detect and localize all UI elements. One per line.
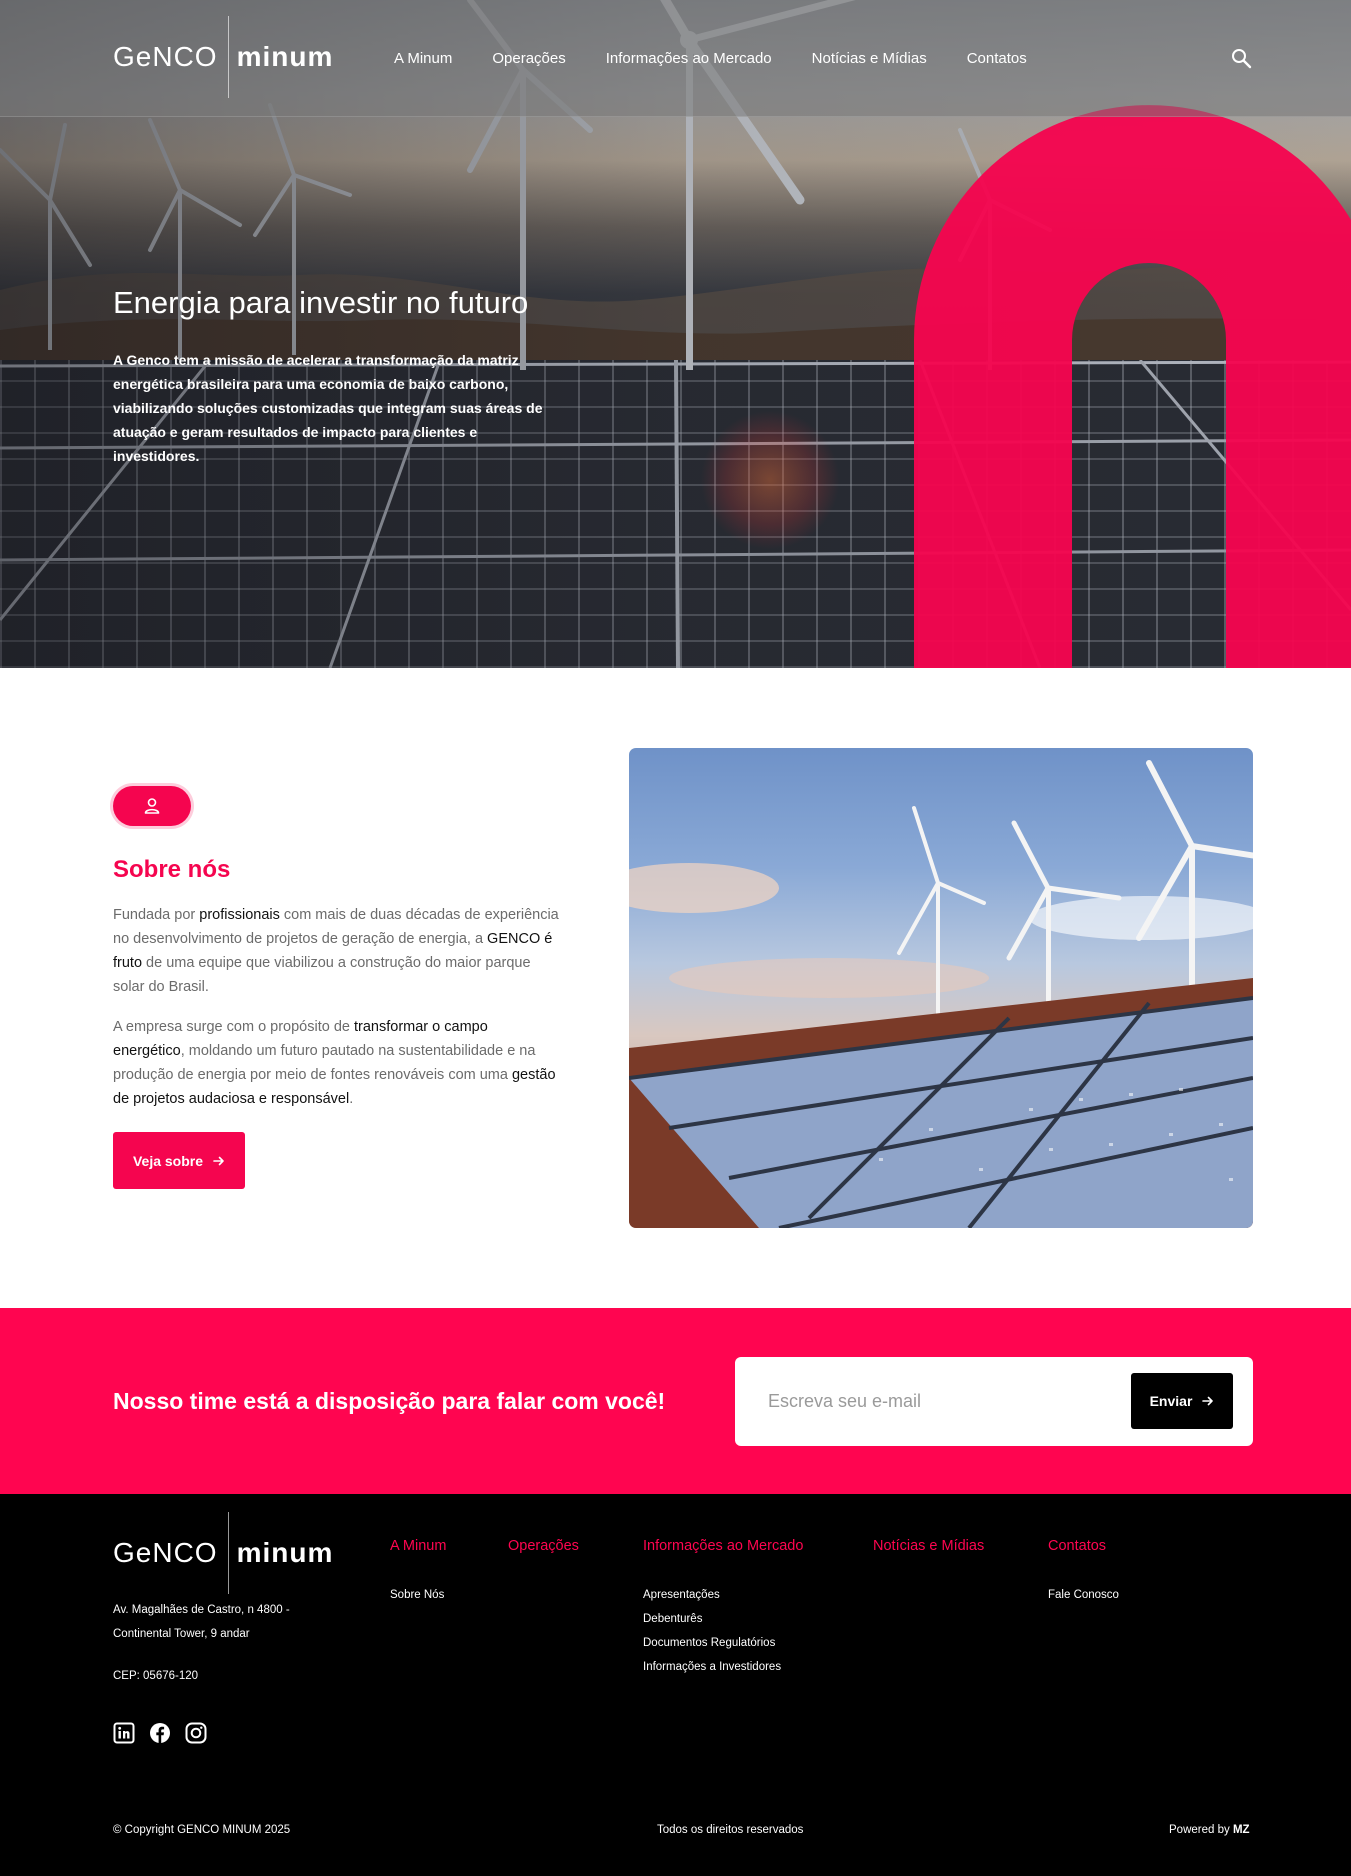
- footer-link-apresentacoes[interactable]: Apresentações: [643, 1583, 803, 1607]
- about-p2-text-a: A empresa surge com o propósito de: [113, 1019, 354, 1035]
- about-p1-text-e: de uma equipe que viabilizou a construçã…: [113, 955, 531, 995]
- arrow-right-icon: [1202, 1396, 1214, 1406]
- cta-heading: Nosso time está a disposição para falar …: [113, 1388, 666, 1414]
- footer-col-informacoes: Informações ao Mercado Apresentações Deb…: [643, 1538, 803, 1679]
- nav-a-minum[interactable]: A Minum: [394, 50, 452, 67]
- mz-brand: MZ: [1232, 1824, 1250, 1836]
- search-icon[interactable]: [1230, 47, 1252, 69]
- footer-link-informacoes-investidores[interactable]: Informações a Investidores: [643, 1655, 803, 1679]
- footer-logo-minum: minum: [236, 1537, 334, 1568]
- nav-contatos[interactable]: Contatos: [967, 50, 1027, 67]
- solar-wind-image: [629, 748, 1253, 1228]
- about-paragraph-1: Fundada por profissionais com mais de du…: [113, 903, 563, 999]
- footer-cep: CEP: 05676-120: [113, 1670, 199, 1682]
- about-title: Sobre nós: [113, 856, 231, 883]
- footer-link-fale-conosco[interactable]: Fale Conosco: [1048, 1583, 1119, 1607]
- powered-by-label: Powered by: [1169, 1824, 1230, 1836]
- about-badge: [113, 786, 191, 826]
- nav-operacoes[interactable]: Operações: [492, 50, 565, 67]
- about-section: Sobre nós Fundada por profissionais com …: [0, 668, 1351, 1308]
- social-links: [113, 1722, 207, 1744]
- powered-by[interactable]: Powered by MZ: [1169, 1824, 1250, 1836]
- instagram-icon[interactable]: [185, 1722, 207, 1744]
- footer-logo[interactable]: GeNCO minum: [113, 1512, 333, 1594]
- nav-informacoes-ao-mercado[interactable]: Informações ao Mercado: [606, 50, 772, 67]
- footer-address: Av. Magalhães de Castro, n 4800 - Contin…: [113, 1598, 290, 1646]
- genco-minum-logo[interactable]: GeNCO minum: [113, 16, 333, 98]
- user-icon: [144, 798, 160, 814]
- about-p2-text-e: .: [349, 1091, 354, 1107]
- footer-logo-divider: [227, 1512, 229, 1594]
- email-input[interactable]: [768, 1383, 1108, 1419]
- footer-col-operacoes: Operações: [508, 1538, 579, 1554]
- main-nav: A Minum Operações Informações ao Mercado…: [394, 50, 1067, 67]
- veja-sobre-button[interactable]: Veja sobre: [113, 1132, 245, 1189]
- hero-section: GeNCO minum A Minum Operações Informaçõe…: [0, 0, 1351, 668]
- footer-col-a-minum: A Minum Sobre Nós: [390, 1538, 446, 1607]
- copyright-text: © Copyright GENCO MINUM 2025: [113, 1824, 291, 1836]
- footer-link-documentos[interactable]: Documentos Regulatórios: [643, 1631, 803, 1655]
- footer-logo-genco: GeNCO: [113, 1537, 218, 1568]
- footer-col-contatos: Contatos Fale Conosco: [1048, 1538, 1119, 1607]
- logo-minum-text: minum: [236, 41, 334, 72]
- footer-col-title[interactable]: Contatos: [1048, 1538, 1119, 1554]
- send-button[interactable]: Enviar: [1131, 1373, 1233, 1429]
- address-line-1: Av. Magalhães de Castro, n 4800 -: [113, 1604, 290, 1616]
- address-line-2: Continental Tower, 9 andar: [113, 1628, 250, 1640]
- footer-col-noticias: Notícias e Mídias: [873, 1538, 984, 1554]
- footer-col-title[interactable]: Informações ao Mercado: [643, 1538, 803, 1554]
- about-p1-text-a: Fundada por: [113, 907, 200, 923]
- arrow-right-icon: [213, 1156, 224, 1165]
- footer-col-title[interactable]: A Minum: [390, 1538, 446, 1554]
- nav-noticias-e-midias[interactable]: Notícias e Mídias: [812, 50, 927, 67]
- footer-col-title[interactable]: Operações: [508, 1538, 579, 1554]
- logo-divider: [227, 16, 229, 98]
- contact-cta-section: Nosso time está a disposição para falar …: [0, 1308, 1351, 1494]
- solar-wind-illustration: [629, 760, 1253, 1228]
- footer-link-sobre-nos[interactable]: Sobre Nós: [390, 1583, 446, 1607]
- footer-col-title[interactable]: Notícias e Mídias: [873, 1538, 984, 1554]
- facebook-icon[interactable]: [149, 1722, 171, 1744]
- hero-title: Energia para investir no futuro: [113, 285, 529, 320]
- hero-description: A Genco tem a missão de acelerar a trans…: [113, 352, 543, 464]
- logo-genco-text: GeNCO: [113, 41, 218, 72]
- veja-sobre-label: Veja sobre: [132, 1152, 204, 1169]
- send-button-label: Enviar: [1149, 1393, 1193, 1409]
- footer: GeNCO minum Av. Magalhães de Castro, n 4…: [0, 1494, 1351, 1876]
- email-form: Enviar: [735, 1357, 1253, 1446]
- linkedin-icon[interactable]: [113, 1722, 135, 1744]
- footer-link-debentures[interactable]: Debenturês: [643, 1607, 803, 1631]
- rights-text: Todos os direitos reservados: [657, 1824, 804, 1836]
- about-p1-highlight-1: profissionais: [199, 907, 280, 923]
- hero-content: Energia para investir no futuro A Genco …: [113, 283, 553, 468]
- top-navigation-bar: GeNCO minum A Minum Operações Informaçõe…: [0, 0, 1351, 117]
- about-paragraph-2: A empresa surge com o propósito de trans…: [113, 1015, 563, 1111]
